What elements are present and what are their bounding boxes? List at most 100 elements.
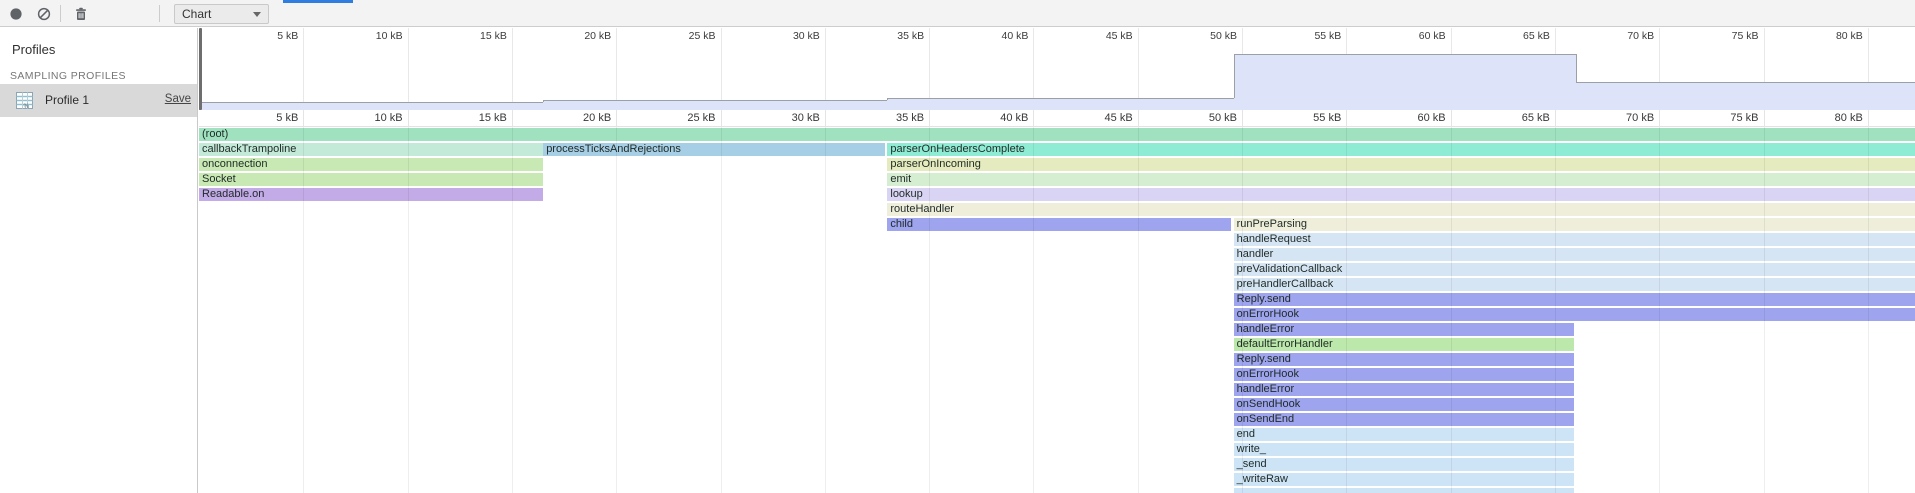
active-tab-indicator: [283, 0, 353, 3]
flame-bar-socket[interactable]: Socket: [199, 173, 543, 186]
gridline: [303, 110, 304, 126]
svg-text:%: %: [24, 103, 30, 109]
save-link[interactable]: Save: [165, 93, 191, 105]
flame-bar-end[interactable]: end: [1234, 428, 1574, 441]
overview-step-edge: [1576, 54, 1577, 83]
view-mode-select[interactable]: Chart: [174, 4, 269, 24]
gridline: [1138, 110, 1139, 126]
flame-bar-child[interactable]: child: [887, 218, 1230, 231]
allocation-overview-pane[interactable]: 5 kB10 kB15 kB20 kB25 kB30 kB35 kB40 kB4…: [199, 28, 1915, 110]
gridline: [512, 28, 513, 110]
flame-bar-onerrorhook[interactable]: onErrorHook: [1234, 368, 1574, 381]
gridline: [721, 127, 722, 493]
flame-bar-handleerror[interactable]: handleError: [1234, 383, 1574, 396]
gridline: [1659, 127, 1660, 493]
gridline: [1659, 110, 1660, 126]
gridline: [512, 110, 513, 126]
flame-bar-routehandler[interactable]: routeHandler: [887, 203, 1915, 216]
flame-bar-runpreparsing[interactable]: runPreParsing: [1234, 218, 1915, 231]
gridline: [616, 127, 617, 493]
gridline: [721, 28, 722, 110]
clear-icon[interactable]: [37, 7, 51, 21]
flame-axis-tick: 60 kB: [1417, 112, 1450, 124]
gridline: [721, 110, 722, 126]
flame-bar-reply.send[interactable]: Reply.send: [1234, 353, 1574, 366]
flame-bar-emit[interactable]: emit: [887, 173, 1915, 186]
overview-axis-tick: 75 kB: [1732, 30, 1764, 42]
gridline: [1764, 110, 1765, 126]
overview-axis-tick: 55 kB: [1314, 30, 1346, 42]
flame-bar-reply.send[interactable]: Reply.send: [1234, 293, 1915, 306]
gridline: [1868, 110, 1869, 126]
flame-bar-prevalidationcallback[interactable]: preValidationCallback: [1234, 263, 1915, 276]
flame-bar-callbacktrampoline[interactable]: callbackTrampoline: [199, 143, 543, 156]
flame-bar-onconnection[interactable]: onconnection: [199, 158, 543, 171]
flame-bar-readable.on[interactable]: Readable.on: [199, 188, 543, 201]
flame-bar[interactable]: [1234, 488, 1574, 493]
flame-chart[interactable]: (root) callbackTrampolineprocessTicksAndR…: [199, 127, 1915, 493]
gridline: [929, 110, 930, 126]
overview-axis-tick: 15 kB: [480, 30, 512, 42]
overview-axis-tick: 10 kB: [376, 30, 408, 42]
flame-axis-tick: 55 kB: [1313, 112, 1346, 124]
overview-step: [1234, 54, 1576, 111]
overview-axis-tick: 40 kB: [1002, 30, 1034, 42]
gridline: [616, 28, 617, 110]
overview-step: [1576, 82, 1915, 110]
flame-axis-tick: 5 kB: [276, 112, 303, 124]
overview-left-resize-handle[interactable]: [199, 28, 202, 110]
flame-bar-onsendhook[interactable]: onSendHook: [1234, 398, 1574, 411]
flame-bar-handleerror[interactable]: handleError: [1234, 323, 1574, 336]
flame-bar-defaulterrorhandler[interactable]: defaultErrorHandler: [1234, 338, 1574, 351]
flame-axis-tick: 30 kB: [792, 112, 825, 124]
flame-bar-parseronincoming[interactable]: parserOnIncoming: [887, 158, 1915, 171]
flame-bar-write_[interactable]: write_: [1234, 443, 1574, 456]
toolbar-divider: [60, 5, 61, 22]
gridline: [1451, 110, 1452, 126]
profile-name: Profile 1: [45, 93, 89, 107]
trash-icon[interactable]: [74, 7, 88, 21]
gridline: [825, 28, 826, 110]
flame-bar-lookup[interactable]: lookup: [887, 188, 1915, 201]
gridline: [1555, 110, 1556, 126]
gridline: [1346, 110, 1347, 126]
overview-step: [887, 98, 1233, 111]
profile-list-item[interactable]: % Profile 1 Save: [0, 84, 197, 117]
overview-axis-tick: 25 kB: [689, 30, 721, 42]
flame-bar-handlerequest[interactable]: handleRequest: [1234, 233, 1915, 246]
gridline: [1033, 127, 1034, 493]
flame-axis-tick: 50 kB: [1209, 112, 1242, 124]
gridline: [825, 127, 826, 493]
overview-axis-tick: 65 kB: [1523, 30, 1555, 42]
chevron-down-icon: [253, 12, 261, 17]
sampling-profiles-header: SAMPLING PROFILES: [10, 70, 126, 82]
flame-axis-tick: 10 kB: [374, 112, 407, 124]
flame-axis-tick: 35 kB: [896, 112, 929, 124]
profiles-toolbar: Chart: [0, 0, 1915, 27]
flame-bar-handler[interactable]: handler: [1234, 248, 1915, 261]
record-icon[interactable]: [9, 7, 23, 21]
overview-axis-tick: 60 kB: [1419, 30, 1451, 42]
flame-bar-root[interactable]: (root): [199, 128, 1915, 141]
flame-bar-onsendend[interactable]: onSendEnd: [1234, 413, 1574, 426]
flame-axis-tick: 80 kB: [1835, 112, 1868, 124]
gridline: [303, 127, 304, 493]
flame-bar-processticksandrejections[interactable]: processTicksAndRejections: [543, 143, 885, 156]
overview-axis-tick: 35 kB: [897, 30, 929, 42]
gridline: [1555, 127, 1556, 493]
flame-bar-prehandlercallback[interactable]: preHandlerCallback: [1234, 278, 1915, 291]
gridline: [303, 28, 304, 110]
overview-axis-tick: 5 kB: [277, 30, 303, 42]
flame-bar-_writeraw[interactable]: _writeRaw: [1234, 473, 1574, 486]
flame-bar-onerrorhook[interactable]: onErrorHook: [1234, 308, 1915, 321]
flame-axis-tick: 20 kB: [583, 112, 616, 124]
flame-axis-tick: 65 kB: [1522, 112, 1555, 124]
flame-chart-ruler: 5 kB10 kB15 kB20 kB25 kB30 kB35 kB40 kB4…: [199, 110, 1915, 127]
flame-bar-_send[interactable]: _send: [1234, 458, 1574, 471]
flame-bar-parseronheaderscomplete[interactable]: parserOnHeadersComplete: [887, 143, 1915, 156]
overview-step-edge: [887, 98, 888, 101]
overview-axis-tick: 20 kB: [584, 30, 616, 42]
gridline: [1346, 127, 1347, 493]
gridline: [512, 127, 513, 493]
overview-step-edge: [1234, 54, 1235, 98]
